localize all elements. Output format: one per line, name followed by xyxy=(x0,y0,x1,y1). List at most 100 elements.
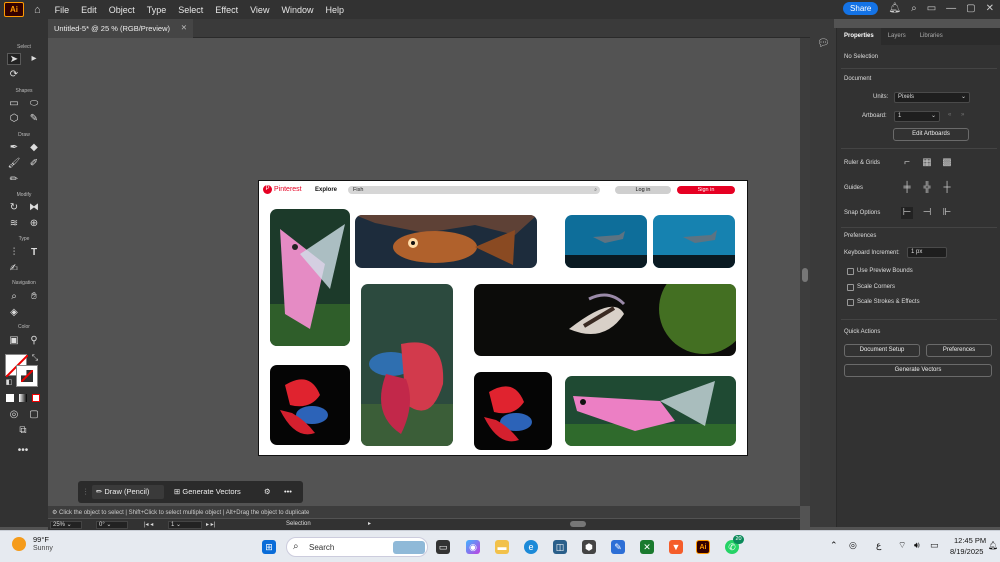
betta-fish-image-large[interactable] xyxy=(361,284,453,446)
tab-libraries[interactable]: Libraries xyxy=(913,28,950,45)
taskbar-search-box[interactable]: ⌕ Search xyxy=(286,537,428,557)
lock-guides-icon[interactable]: ╬ xyxy=(921,182,933,194)
draw-mode-icon[interactable]: ◎ xyxy=(7,409,21,421)
units-select[interactable]: Pixels ⌄ xyxy=(894,92,970,103)
shark-aquarium-image-2[interactable] xyxy=(653,215,735,268)
maximize-icon[interactable]: ▢ xyxy=(966,3,975,14)
shaper-tool-icon[interactable]: ✎ xyxy=(27,113,41,125)
comments-icon[interactable]: 💬︎ xyxy=(817,38,830,50)
stroke-swatch[interactable] xyxy=(16,365,38,387)
blob-brush-tool-icon[interactable]: ✐ xyxy=(27,158,41,170)
search-icon[interactable]: ⌕ xyxy=(911,3,917,14)
copilot-icon[interactable]: ◉ xyxy=(466,540,480,554)
koi-fish-image[interactable] xyxy=(355,215,537,268)
angelfish-pink-image[interactable] xyxy=(270,209,350,346)
type-tool-icon[interactable]: T xyxy=(27,247,41,259)
home-icon[interactable]: ⌂ xyxy=(34,4,41,16)
horizontal-scroll-thumb[interactable] xyxy=(570,521,586,527)
pinterest-search-bar[interactable]: Fish ⌕ xyxy=(348,186,600,194)
language-icon[interactable]: ع xyxy=(876,540,881,551)
tab-layers[interactable]: Layers xyxy=(881,28,913,45)
eyedropper-tool-icon[interactable]: ⚲ xyxy=(27,335,41,347)
app-icon-pen[interactable]: ✎ xyxy=(611,540,625,554)
menu-view[interactable]: View xyxy=(250,5,269,15)
snap-to-glyph-icon[interactable]: ⊩ xyxy=(941,207,953,219)
pink-tetra-fish-image[interactable] xyxy=(565,376,736,446)
brush-tool-icon[interactable]: 🖌︎ xyxy=(7,158,21,170)
touch-type-tool-icon[interactable]: ✍ xyxy=(7,263,21,275)
status-menu-icon[interactable]: ▸ xyxy=(368,520,371,527)
menu-edit[interactable]: Edit xyxy=(81,5,97,15)
document-tab[interactable]: Untitled-5* @ 25 % (RGB/Preview) ✕ xyxy=(48,19,193,38)
show-guides-icon[interactable]: ╪ xyxy=(901,182,913,194)
clock-time[interactable]: 12:45 PM xyxy=(954,536,986,545)
polygon-tool-icon[interactable]: ⬡ xyxy=(7,113,21,125)
menu-file[interactable]: File xyxy=(55,5,70,15)
app-tray-icon[interactable]: ◎ xyxy=(849,540,857,551)
app-icon-cube[interactable]: ⬢ xyxy=(582,540,596,554)
draw-pencil-button[interactable]: ✏ Draw (Pencil) xyxy=(92,485,164,499)
bell-icon[interactable]: 🔔︎ xyxy=(888,3,901,14)
chevron-up-icon[interactable]: ⌃ xyxy=(830,540,838,551)
scale-strokes-checkbox[interactable] xyxy=(847,299,854,306)
gradient-mode-icon[interactable] xyxy=(19,394,27,402)
direct-selection-tool-icon[interactable]: ▸ xyxy=(27,53,41,65)
gradient-tool-icon[interactable]: ▣ xyxy=(7,335,21,347)
illustrator-taskbar-icon[interactable]: Ai xyxy=(696,540,710,554)
more-tools-icon[interactable]: ••• xyxy=(16,445,30,457)
file-explorer-icon[interactable]: ▬ xyxy=(495,540,509,554)
default-fill-stroke-icon[interactable]: ◧ xyxy=(2,377,16,389)
generate-vectors-button[interactable]: ⊞ Generate Vectors xyxy=(174,485,256,499)
edit-artboards-button[interactable]: Edit Artboards xyxy=(893,128,969,141)
betta-fish-image-small-1[interactable] xyxy=(270,365,350,445)
explore-link[interactable]: Explore xyxy=(315,187,337,193)
close-tab-icon[interactable]: ✕ xyxy=(181,23,187,32)
use-preview-bounds-checkbox[interactable] xyxy=(847,268,854,275)
generate-vectors-panel-button[interactable]: Generate Vectors xyxy=(844,364,992,377)
type-path-tool-icon[interactable]: ⫶ xyxy=(7,247,21,259)
preferences-button[interactable]: Preferences xyxy=(926,344,992,357)
menu-select[interactable]: Select xyxy=(178,5,203,15)
tropical-fish-dark-image[interactable] xyxy=(474,284,736,356)
horizontal-scrollbar[interactable] xyxy=(378,521,790,527)
pencil-tool-icon[interactable]: ✏ xyxy=(7,174,21,186)
signin-button[interactable]: Sign in xyxy=(677,186,735,194)
eraser-tool-icon[interactable]: ◆ xyxy=(27,142,41,154)
artboard-nav-prev-icon[interactable]: |◂ ◂ xyxy=(144,521,153,528)
artboard-nav-field[interactable]: 1 ⌄ xyxy=(168,521,202,529)
zoom-field[interactable]: 25% ⌄ xyxy=(50,521,82,529)
artboard-nav-next-icon[interactable]: ▸ ▸| xyxy=(206,521,215,528)
vertical-scrollbar[interactable] xyxy=(800,38,810,506)
tab-properties[interactable]: Properties xyxy=(837,28,881,45)
weather-sun-icon[interactable] xyxy=(12,537,26,551)
pinterest-logo[interactable]: P Pinterest xyxy=(263,185,302,194)
prev-artboard-icon[interactable]: « xyxy=(948,112,951,118)
rulers-icon[interactable]: ⌐ xyxy=(901,157,913,169)
none-mode-icon[interactable] xyxy=(32,394,40,402)
artboard[interactable]: P Pinterest Explore Fish ⌕ Log in Sign i… xyxy=(258,180,748,456)
share-button[interactable]: Share xyxy=(843,2,879,15)
menu-effect[interactable]: Effect xyxy=(215,5,238,15)
smart-guides-icon[interactable]: ┼ xyxy=(941,182,953,194)
next-artboard-icon[interactable]: » xyxy=(961,112,964,118)
rectangle-tool-icon[interactable]: ▭ xyxy=(7,98,21,110)
vertical-scroll-thumb[interactable] xyxy=(802,268,808,282)
color-mode-icon[interactable] xyxy=(6,394,14,402)
selection-tool-icon[interactable]: ➤ xyxy=(7,53,21,65)
grid-icon[interactable]: ▦ xyxy=(921,157,933,169)
keyboard-increment-input[interactable]: 1 px xyxy=(907,247,947,258)
ellipse-tool-icon[interactable]: ⬭ xyxy=(27,98,41,110)
artboard-select[interactable]: 1 ⌄ xyxy=(894,111,940,122)
reflect-tool-icon[interactable]: ⧓ xyxy=(27,202,41,214)
hand-tool-icon[interactable]: ✋︎ xyxy=(27,291,41,303)
zoom-tool-icon[interactable]: ⌕ xyxy=(7,291,21,303)
snap-to-point-icon[interactable]: ⊢ xyxy=(901,207,913,219)
lasso-tool-icon[interactable]: ⟳ xyxy=(7,69,21,81)
close-icon[interactable]: ✕ xyxy=(986,3,994,14)
arrange-icon[interactable]: ▭ xyxy=(927,3,936,14)
menu-type[interactable]: Type xyxy=(147,5,167,15)
volume-icon[interactable]: 🔊︎ xyxy=(914,540,920,551)
pen-tool-icon[interactable]: ✒ xyxy=(7,142,21,154)
notification-bell-icon[interactable]: 🔔︎ xyxy=(988,541,998,550)
login-button[interactable]: Log in xyxy=(615,186,671,194)
